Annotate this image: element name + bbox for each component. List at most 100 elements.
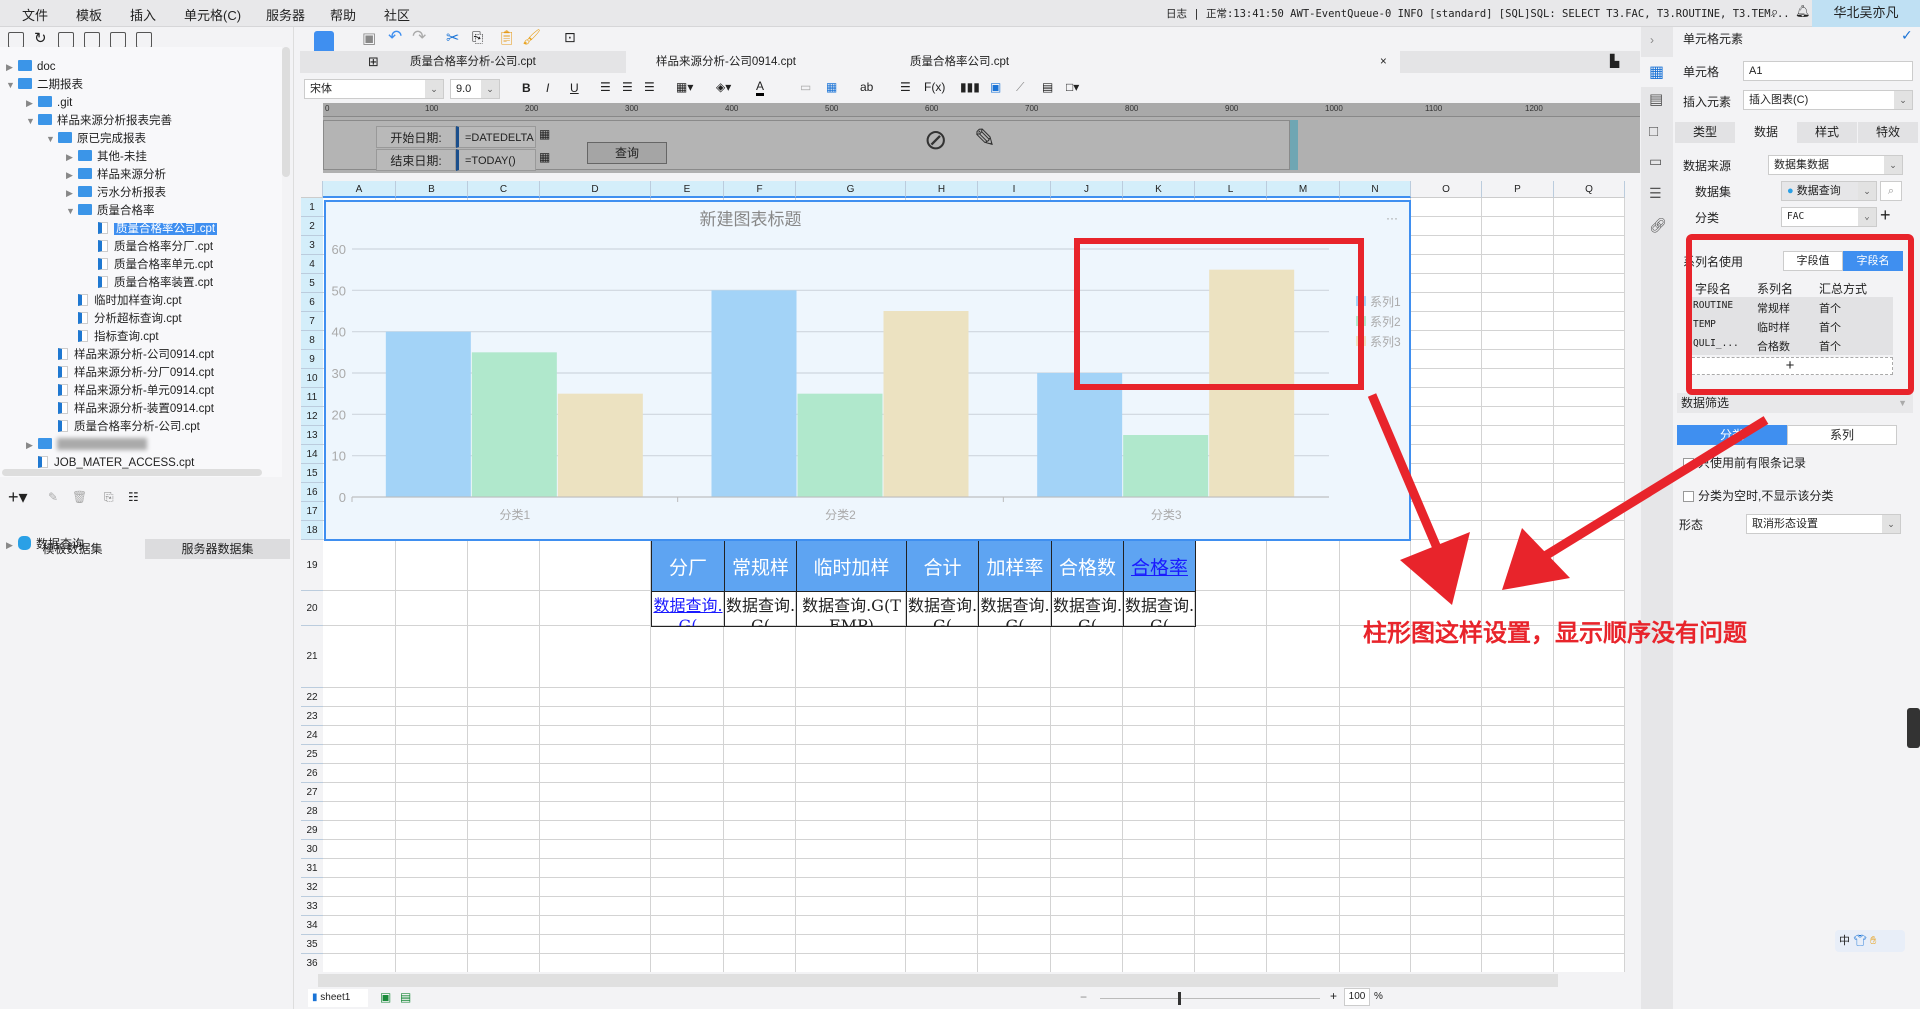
fill-color-icon[interactable]: ◈▾ bbox=[716, 80, 731, 94]
tree-item[interactable]: ▶ bbox=[26, 436, 147, 454]
category-select[interactable]: FAC ⌄ bbox=[1781, 207, 1877, 227]
data-filter-section[interactable]: 数据筛选 ▼ bbox=[1677, 393, 1913, 413]
layer-icon[interactable]: ☰ bbox=[1649, 185, 1662, 202]
row-header[interactable]: 22 bbox=[301, 688, 323, 707]
zoom-input[interactable]: 100 bbox=[1344, 988, 1370, 1006]
series-cell[interactable]: ROUTINE bbox=[1693, 300, 1733, 311]
table-icon[interactable]: ▦ bbox=[826, 80, 837, 94]
column-header[interactable]: H bbox=[906, 181, 978, 198]
row-header[interactable]: 30 bbox=[301, 840, 323, 859]
table-value-cell[interactable]: 数据查询.G( bbox=[724, 591, 797, 627]
menu-community[interactable]: 社区 bbox=[384, 5, 410, 24]
undo-icon[interactable]: ↶ bbox=[388, 27, 402, 47]
menu-insert[interactable]: 插入 bbox=[130, 5, 156, 24]
shape-select[interactable]: 取消形态设置 ⌄ bbox=[1746, 514, 1901, 534]
add-dataset-icon[interactable]: +▾ bbox=[8, 487, 28, 508]
row-header[interactable]: 13 bbox=[301, 426, 323, 445]
table-header-cell[interactable]: 加样率 bbox=[978, 540, 1052, 592]
tab-menu-icon[interactable]: ▙ bbox=[1610, 54, 1619, 68]
menu-help[interactable]: 帮助 bbox=[330, 5, 356, 24]
frame-icon[interactable]: □▾ bbox=[1066, 80, 1079, 94]
tree-item[interactable]: 样品来源分析-公司0914.cpt bbox=[46, 346, 214, 364]
text-icon[interactable]: ab bbox=[860, 80, 873, 94]
column-header[interactable]: P bbox=[1482, 181, 1554, 198]
expand-toggle-icon[interactable]: ▼ bbox=[46, 130, 58, 148]
insert-element-select[interactable]: 插入图表(C) ⌄ bbox=[1743, 90, 1913, 110]
param-resize-handle[interactable] bbox=[1290, 120, 1298, 170]
add-sheet-icon[interactable]: ▣ bbox=[380, 990, 391, 1004]
menu-server[interactable]: 服务器 bbox=[266, 5, 305, 24]
subreport-icon[interactable]: ▤ bbox=[1042, 80, 1053, 94]
series-cell[interactable]: 合格数 bbox=[1757, 338, 1790, 354]
query-button[interactable]: 查询 bbox=[587, 142, 667, 164]
merge-icon[interactable]: ▭ bbox=[800, 80, 811, 94]
delete-icon[interactable] bbox=[110, 32, 126, 48]
tree-item[interactable]: ▼ 二期报表 bbox=[6, 76, 83, 94]
tree-item[interactable]: ▶ .git bbox=[26, 94, 72, 112]
series-cell[interactable]: 临时样 bbox=[1757, 319, 1790, 335]
column-header[interactable]: N bbox=[1340, 181, 1411, 198]
preview-icon[interactable]: ⎘ bbox=[104, 490, 114, 505]
zoom-in-button[interactable]: + bbox=[1330, 989, 1337, 1003]
tree-item[interactable]: ▼ 原已完成报表 bbox=[46, 130, 146, 148]
tree-item[interactable]: 质量合格率装置.cpt bbox=[86, 274, 213, 292]
row-header[interactable]: 29 bbox=[301, 821, 323, 840]
copy-icon[interactable]: ⎘ bbox=[472, 29, 483, 46]
tree-item[interactable]: 质量合格率单元.cpt bbox=[86, 256, 213, 274]
expand-toggle-icon[interactable]: ▶ bbox=[6, 58, 18, 76]
table-header-cell[interactable]: 合格率 bbox=[1123, 540, 1196, 592]
tree-item[interactable]: 临时加样查询.cpt bbox=[66, 292, 182, 310]
table-header-cell[interactable]: 合计 bbox=[906, 540, 979, 592]
tree-item[interactable]: 质量合格率公司.cpt bbox=[86, 220, 218, 238]
column-header[interactable]: I bbox=[978, 181, 1051, 198]
sheet-tab[interactable]: ▮ sheet1 bbox=[308, 989, 368, 1007]
italic-button[interactable]: I bbox=[546, 81, 549, 95]
zoom-out-button[interactable]: − bbox=[1080, 990, 1087, 1004]
row-header[interactable]: 10 bbox=[301, 369, 323, 388]
row-header[interactable]: 20 bbox=[301, 591, 323, 626]
row-header[interactable]: 11 bbox=[301, 388, 323, 407]
series-cell[interactable]: 常规样 bbox=[1757, 300, 1790, 316]
tab-data[interactable]: 数据 bbox=[1736, 122, 1796, 143]
row-header[interactable]: 5 bbox=[301, 274, 323, 293]
table-header-cell[interactable]: 分厂 bbox=[651, 540, 725, 592]
tree-item[interactable]: 质量合格率分厂.cpt bbox=[86, 238, 213, 256]
source-select[interactable]: 数据集数据 ⌄ bbox=[1768, 155, 1903, 175]
checkbox[interactable] bbox=[1683, 458, 1694, 469]
menu-template[interactable]: 模板 bbox=[76, 5, 102, 24]
dataset-edit-icon[interactable]: ☷ bbox=[128, 490, 139, 504]
row-header[interactable]: 7 bbox=[301, 312, 323, 331]
table-value-cell[interactable]: 数据查询.G( bbox=[1051, 591, 1124, 627]
column-header[interactable]: F bbox=[724, 181, 796, 198]
tree-scrollbar[interactable] bbox=[282, 47, 290, 177]
format-painter-icon[interactable]: 🖌︎ bbox=[522, 28, 541, 46]
filter-tab-category[interactable]: 分类 bbox=[1677, 425, 1787, 445]
expand-toggle-icon[interactable]: ▼ bbox=[26, 112, 38, 130]
expand-toggle-icon[interactable]: ▶ bbox=[66, 148, 78, 166]
table-value-cell[interactable]: 数据查询.G( bbox=[906, 591, 979, 627]
tree-h-scrollbar[interactable] bbox=[2, 469, 262, 476]
column-header[interactable]: C bbox=[468, 181, 540, 198]
ime-toolbar[interactable]: 中 👕︎ ✋︎ bbox=[1835, 930, 1905, 952]
start-date-input[interactable]: =DATEDELTA bbox=[456, 126, 536, 148]
bold-button[interactable]: B bbox=[522, 81, 531, 95]
param-icon[interactable]: ▭ bbox=[1649, 153, 1662, 170]
tree-item[interactable]: ▼ 样品来源分析报表完善 bbox=[26, 112, 172, 130]
column-header[interactable]: B bbox=[396, 181, 468, 198]
grid-add-icon[interactable]: ⊞ bbox=[368, 54, 379, 70]
table-value-cell[interactable]: 数据查询.G(TEMP) bbox=[796, 591, 907, 627]
underline-button[interactable]: U bbox=[570, 81, 579, 95]
series-cell[interactable]: TEMP bbox=[1693, 319, 1716, 330]
row-header[interactable]: 2 bbox=[301, 217, 323, 236]
column-header[interactable]: O bbox=[1411, 181, 1482, 198]
select-all-corner[interactable] bbox=[301, 181, 323, 198]
row-header[interactable]: 28 bbox=[301, 802, 323, 821]
table-value-cell[interactable]: 数据查询.G( bbox=[651, 591, 725, 627]
edit-icon[interactable]: ✎ bbox=[48, 490, 58, 504]
status-log[interactable]: 日志 | 正常:13:41:50 AWT-EventQueue-0 INFO [… bbox=[1166, 6, 1790, 21]
tree-item[interactable]: 样品来源分析-装置0914.cpt bbox=[46, 400, 214, 418]
save-icon[interactable]: ▣ bbox=[362, 29, 376, 47]
row-header[interactable]: 24 bbox=[301, 726, 323, 745]
row-header[interactable]: 1 bbox=[301, 198, 323, 217]
series-field-name-toggle[interactable]: 字段名 bbox=[1843, 251, 1903, 271]
